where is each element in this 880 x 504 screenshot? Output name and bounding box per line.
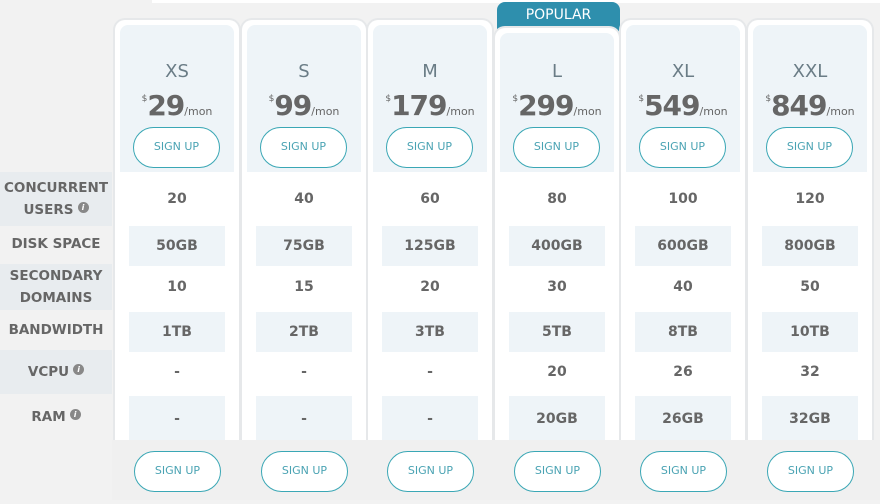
feature-value: 32GB [762, 396, 858, 442]
footer-signup-row [112, 440, 880, 500]
plan-card: XL $549/mon SIGN UP 100 600GB 40 8TB 26 26GB [621, 20, 745, 442]
feature-value: 600GB [635, 226, 731, 266]
feature-value: 10TB [762, 312, 858, 352]
plan-price: $179/mon [385, 89, 475, 122]
plan-name: XL [671, 61, 695, 82]
feature-value: 15 [294, 279, 314, 295]
feature-value: 60 [420, 191, 440, 207]
feature-label: RAM i [0, 394, 112, 440]
feature-value: - [301, 364, 307, 380]
plan-header: XS $29/mon SIGN UP [120, 25, 234, 172]
feature-value: 5TB [509, 312, 605, 352]
plan-name: M [422, 61, 438, 82]
plan-header: L $299/mon SIGN UP [500, 33, 614, 172]
plan-card: XS $29/mon SIGN UP 20 50GB 10 1TB - - [115, 20, 239, 442]
plan-name: S [298, 61, 310, 82]
feature-value: 40 [673, 279, 693, 295]
plan-header: S $99/mon SIGN UP [247, 25, 361, 172]
feature-label: BANDWIDTH [8, 322, 104, 338]
sign-up-button[interactable]: SIGN UP [639, 127, 726, 168]
feature-value: 20 [547, 364, 567, 380]
info-icon[interactable]: i [77, 202, 89, 213]
feature-value: 32 [800, 364, 820, 380]
feature-value: 75GB [256, 226, 352, 266]
feature-value: 8TB [635, 312, 731, 352]
plan-header: XL $549/mon SIGN UP [626, 25, 740, 172]
footer-sign-up-button[interactable]: SIGN UP [514, 451, 601, 492]
footer-sign-up-button[interactable]: SIGN UP [387, 451, 474, 492]
feature-label: DISK SPACE [11, 236, 101, 252]
feature-value: 2TB [256, 312, 352, 352]
footer-sign-up-button[interactable]: SIGN UP [767, 451, 854, 492]
plan-name: L [551, 61, 563, 82]
plan-price: $99/mon [268, 89, 340, 122]
feature-value: 26GB [635, 396, 731, 442]
plan-card: XXL $849/mon SIGN UP 120 800GB 50 10TB 32 32G… [748, 20, 872, 442]
feature-label: CONCURRENT USERS i [0, 172, 112, 226]
sign-up-button[interactable]: SIGN UP [260, 127, 347, 168]
feature-value: 50 [800, 279, 820, 295]
feature-label: SECONDARY DOMAINS [0, 264, 112, 310]
feature-value: 120 [795, 191, 825, 207]
feature-value: 30 [547, 279, 567, 295]
feature-value: 3TB [382, 312, 478, 352]
info-icon[interactable]: i [73, 364, 85, 375]
feature-value: 125GB [382, 226, 478, 266]
plan-name: XS [165, 61, 189, 82]
plan-card: L $299/mon SIGN UP 80 400GB 30 5TB 20 20GB [495, 28, 619, 442]
feature-value: - [129, 396, 225, 442]
sign-up-button[interactable]: SIGN UP [133, 127, 220, 168]
plan-name: XXL [792, 61, 828, 82]
feature-value: 80 [547, 191, 567, 207]
plan-price: $549/mon [638, 89, 728, 122]
plan-price: $29/mon [141, 89, 213, 122]
feature-value: 20 [167, 191, 187, 207]
feature-value: 20GB [509, 396, 605, 442]
feature-value: 26 [673, 364, 693, 380]
feature-value: 40 [294, 191, 314, 207]
plan-header: XXL $849/mon SIGN UP [753, 25, 867, 172]
feature-value: 20 [420, 279, 440, 295]
feature-label: VCPU i [0, 350, 112, 394]
sign-up-button[interactable]: SIGN UP [513, 127, 600, 168]
feature-value: 800GB [762, 226, 858, 266]
feature-value: - [256, 396, 352, 442]
feature-value: - [427, 364, 433, 380]
feature-value: - [174, 364, 180, 380]
feature-value: 50GB [129, 226, 225, 266]
plan-price: $849/mon [765, 89, 855, 122]
plan-card: S $99/mon SIGN UP 40 75GB 15 2TB - - [242, 20, 366, 442]
feature-value: - [382, 396, 478, 442]
plan-price: $299/mon [512, 89, 602, 122]
footer-sign-up-button[interactable]: SIGN UP [134, 451, 221, 492]
footer-sign-up-button[interactable]: SIGN UP [261, 451, 348, 492]
info-icon[interactable]: i [69, 409, 81, 420]
sign-up-button[interactable]: SIGN UP [766, 127, 853, 168]
feature-value: 100 [668, 191, 698, 207]
plan-card: M $179/mon SIGN UP 60 125GB 20 3TB - - [368, 20, 492, 442]
sign-up-button[interactable]: SIGN UP [386, 127, 473, 168]
feature-value: 1TB [129, 312, 225, 352]
feature-value: 10 [167, 279, 187, 295]
feature-value: 400GB [509, 226, 605, 266]
footer-sign-up-button[interactable]: SIGN UP [640, 451, 727, 492]
plan-header: M $179/mon SIGN UP [373, 25, 487, 172]
